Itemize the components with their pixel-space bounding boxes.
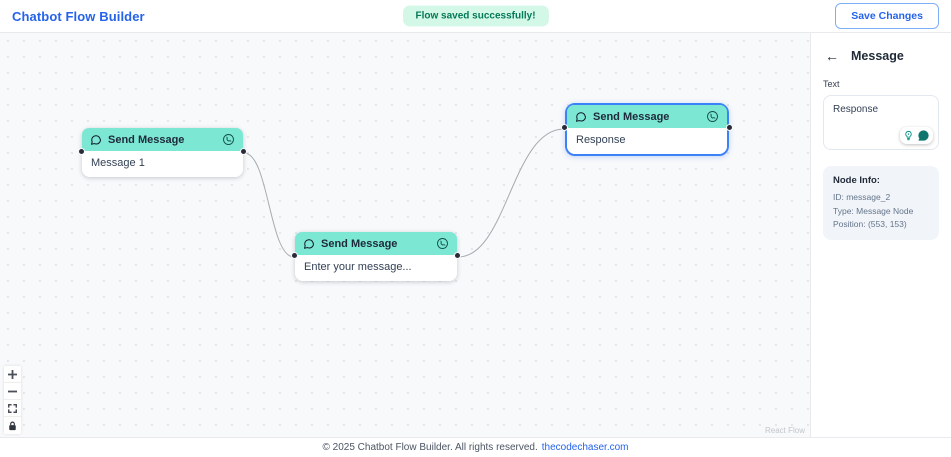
node-header-label: Send Message [593,110,670,123]
lock-icon [9,421,16,430]
main-area: Send Message Message 1 Send Message Ente… [0,33,951,437]
footer: © 2025 Chatbot Flow Builder. All rights … [0,437,951,457]
target-handle[interactable] [78,148,85,155]
fit-view-button[interactable] [4,400,21,417]
back-arrow-icon[interactable]: ← [825,49,839,63]
settings-panel: ← Message Text Response Node Info: ID: m… [810,33,951,437]
plus-icon [8,369,17,379]
react-flow-attribution[interactable]: React Flow [765,426,805,435]
whatsapp-icon [223,134,234,145]
flow-node-enter-message[interactable]: Send Message Enter your message... [291,232,461,281]
top-bar: Chatbot Flow Builder Flow saved successf… [0,0,951,33]
whatsapp-icon [707,111,718,122]
node-body-text: Enter your message... [295,255,457,281]
target-handle[interactable] [291,252,298,259]
flow-controls [4,366,21,434]
copyright-text: © 2025 Chatbot Flow Builder. All rights … [322,442,538,453]
chat-bubble-icon [91,134,102,145]
edge-node1-node2[interactable] [243,152,295,258]
settings-panel-header: ← Message [825,49,937,63]
flow-node-response-selected[interactable]: Send Message Response [561,103,733,156]
lock-button[interactable] [4,417,21,434]
zoom-out-button[interactable] [4,383,21,400]
page-title: Chatbot Flow Builder [12,8,145,24]
node-info-id: ID: message_2 [833,192,891,202]
node-info-type: Type: Message Node [833,205,914,216]
node-body-text: Message 1 [82,151,243,177]
target-handle[interactable] [561,124,568,131]
chat-bubble-icon [576,111,587,122]
flow-node-message-1[interactable]: Send Message Message 1 [78,128,247,177]
whatsapp-icon [437,238,448,249]
fit-view-icon [8,403,17,413]
zoom-in-button[interactable] [4,366,21,383]
toast-flow-saved: Flow saved successfully! [402,5,549,27]
app-root: Chatbot Flow Builder Flow saved successf… [0,0,951,457]
node-header: Send Message [567,105,727,128]
node-info-position: Position: (553, 153) [833,219,907,229]
source-handle[interactable] [454,252,461,259]
flow-canvas[interactable]: Send Message Message 1 Send Message Ente… [0,33,810,437]
chat-assistant-icon[interactable] [917,129,930,142]
node-header-label: Send Message [321,237,398,250]
minus-icon [8,390,17,392]
node-header: Send Message [82,128,243,151]
assistant-overlay [900,127,933,144]
lightbulb-icon[interactable] [903,130,914,141]
source-handle[interactable] [726,124,733,131]
node-header-label: Send Message [108,133,185,146]
text-field-label: Text [823,79,840,89]
settings-panel-title: Message [851,49,904,63]
message-text-container: Response [823,95,939,150]
footer-link[interactable]: thecodechaser.com [542,442,629,453]
node-info-heading: Node Info: [833,175,880,186]
source-handle[interactable] [240,148,247,155]
save-changes-button[interactable]: Save Changes [835,3,939,29]
node-body-text: Response [567,128,727,154]
node-info-card: Node Info: ID: message_2 Type: Message N… [823,166,939,240]
edge-node2-node3[interactable] [457,128,565,258]
node-header: Send Message [295,232,457,255]
chat-bubble-icon [304,238,315,249]
